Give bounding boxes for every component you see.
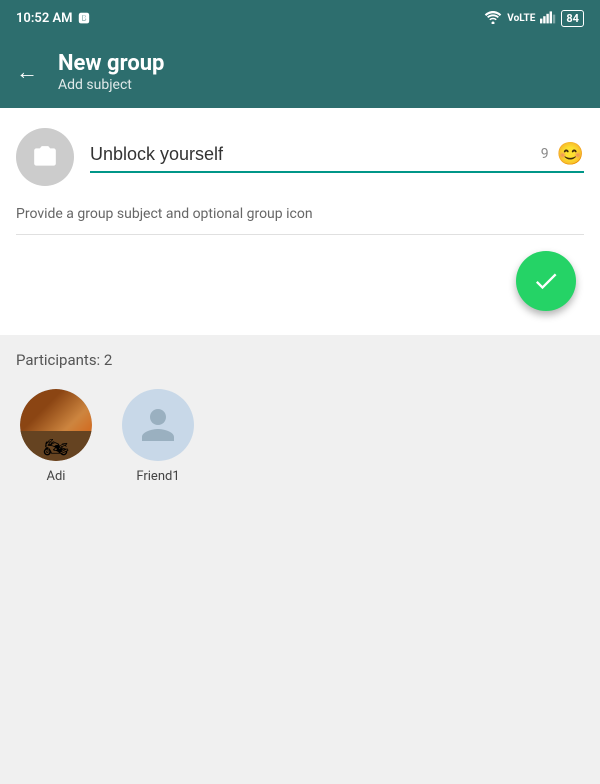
adi-photo: [20, 389, 92, 461]
fab-container: [16, 235, 584, 319]
time-display: 10:52 AM: [16, 11, 73, 26]
signal-icon: [540, 10, 556, 27]
participant-name-friend1: Friend1: [136, 469, 179, 484]
group-name-input-row: 9 😊: [90, 142, 584, 173]
avatar-adi: [20, 389, 92, 461]
person-icon: [138, 405, 178, 445]
back-button[interactable]: ←: [16, 59, 38, 85]
app-bar: ← New group Add subject: [0, 36, 600, 108]
confirm-fab[interactable]: [516, 251, 576, 311]
check-icon: [532, 267, 560, 295]
participant-item: Adi: [20, 389, 92, 484]
char-count: 9: [541, 146, 549, 162]
emoji-button[interactable]: 😊: [557, 142, 584, 167]
helper-text: Provide a group subject and optional gro…: [16, 194, 584, 235]
page-subtitle: Add subject: [58, 77, 164, 93]
input-area: 9 😊: [90, 142, 584, 173]
participants-label: Participants: 2: [16, 351, 584, 369]
avatar-friend1: [122, 389, 194, 461]
participants-section: Participants: 2 Adi Friend1: [0, 335, 600, 685]
group-name-input[interactable]: [90, 144, 533, 165]
page-title: New group: [58, 51, 164, 77]
group-name-row: 9 😊: [16, 128, 584, 194]
lte-icon: VoLTE: [507, 13, 535, 24]
participant-name-adi: Adi: [47, 469, 66, 484]
battery-display: 84: [561, 10, 584, 27]
status-bar-right: VoLTE 84: [484, 10, 584, 27]
participants-list: Adi Friend1: [16, 389, 584, 484]
participant-item: Friend1: [122, 389, 194, 484]
notification-icon: 🅱: [79, 10, 90, 26]
camera-button[interactable]: [16, 128, 74, 186]
status-bar: 10:52 AM 🅱 VoLTE 84: [0, 0, 600, 36]
wifi-icon: [484, 10, 502, 27]
status-bar-left: 10:52 AM 🅱: [16, 10, 90, 26]
camera-icon: [32, 144, 58, 170]
app-bar-titles: New group Add subject: [58, 51, 164, 93]
main-content: 9 😊 Provide a group subject and optional…: [0, 108, 600, 335]
